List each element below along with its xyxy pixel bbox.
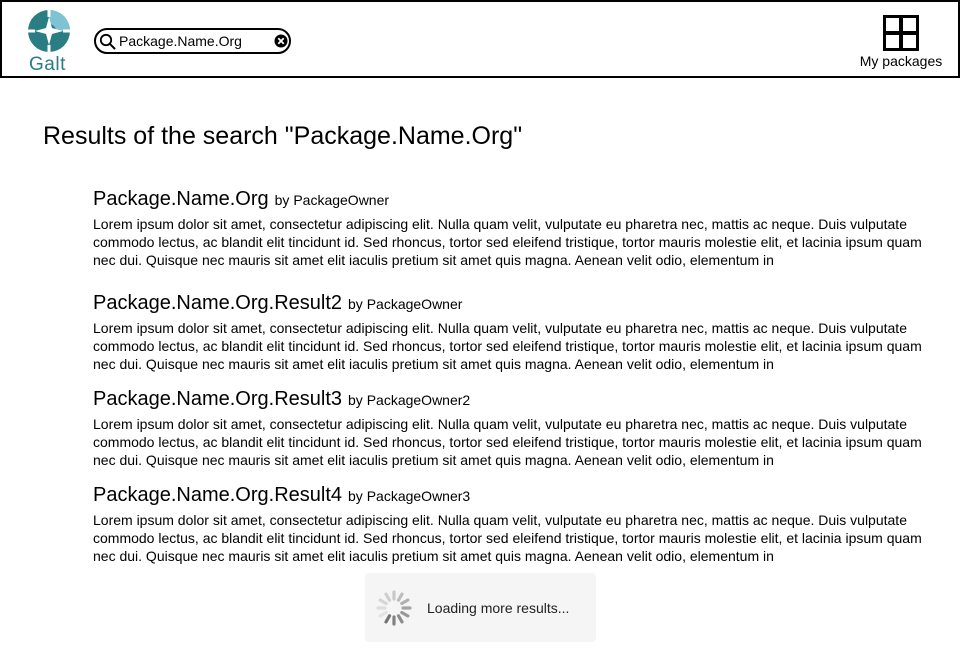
result-item: Package.Name.Org.Result4 by PackageOwner3… bbox=[93, 484, 928, 565]
result-item: Package.Name.Org.Result3 by PackageOwner2… bbox=[93, 388, 928, 469]
result-owner: by PackageOwner bbox=[348, 296, 462, 312]
result-header: Package.Name.Org.Result4 by PackageOwner3 bbox=[93, 484, 928, 511]
result-title-link[interactable]: Package.Name.Org.Result4 bbox=[93, 484, 342, 506]
result-description: Lorem ipsum dolor sit amet, consectetur … bbox=[93, 416, 922, 468]
result-header: Package.Name.Org.Result3 by PackageOwner2 bbox=[93, 388, 928, 415]
result-owner-name[interactable]: PackageOwner3 bbox=[367, 488, 471, 504]
result-item: Package.Name.Org.Result2 by PackageOwner … bbox=[93, 292, 928, 373]
result-owner: by PackageOwner2 bbox=[348, 392, 470, 408]
logo-text: Galt bbox=[29, 54, 66, 75]
result-title-link[interactable]: Package.Name.Org.Result3 bbox=[93, 388, 342, 410]
result-owner: by PackageOwner bbox=[275, 192, 389, 208]
top-header: Galt My packages bbox=[0, 0, 960, 78]
my-packages-label: My packages bbox=[859, 53, 943, 69]
result-item: Package.Name.Org by PackageOwner Lorem ip… bbox=[93, 188, 928, 269]
result-by-prefix: by bbox=[274, 192, 290, 208]
result-owner: by PackageOwner3 bbox=[348, 488, 470, 504]
result-header: Package.Name.Org by PackageOwner bbox=[93, 188, 928, 215]
page-title: Results of the search "Package.Name.Org" bbox=[43, 122, 523, 150]
result-description: Lorem ipsum dolor sit amet, consectetur … bbox=[93, 320, 922, 372]
search-box[interactable] bbox=[94, 28, 291, 54]
result-owner-name[interactable]: PackageOwner bbox=[293, 192, 389, 208]
my-packages-button[interactable]: My packages bbox=[855, 15, 947, 71]
spinner-icon bbox=[376, 590, 412, 626]
result-description: Lorem ipsum dolor sit amet, consectetur … bbox=[93, 216, 922, 268]
clear-icon[interactable] bbox=[274, 34, 288, 48]
result-owner-name[interactable]: PackageOwner bbox=[367, 296, 463, 312]
grid-icon bbox=[883, 15, 919, 51]
loading-text: Loading more results... bbox=[427, 600, 570, 616]
result-owner-name[interactable]: PackageOwner2 bbox=[367, 392, 471, 408]
loading-indicator: Loading more results... bbox=[365, 573, 596, 642]
result-description: Lorem ipsum dolor sit amet, consectetur … bbox=[93, 512, 922, 564]
search-input[interactable] bbox=[119, 32, 269, 50]
result-title-link[interactable]: Package.Name.Org bbox=[93, 188, 269, 210]
result-title-link[interactable]: Package.Name.Org.Result2 bbox=[93, 292, 342, 314]
result-by-prefix: by bbox=[348, 296, 363, 312]
galt-logo[interactable]: Galt bbox=[26, 8, 72, 75]
result-by-prefix: by bbox=[348, 488, 363, 504]
result-header: Package.Name.Org.Result2 by PackageOwner bbox=[93, 292, 928, 319]
search-icon[interactable] bbox=[99, 33, 116, 50]
result-by-prefix: by bbox=[348, 392, 363, 408]
galt-logo-icon bbox=[28, 10, 70, 52]
